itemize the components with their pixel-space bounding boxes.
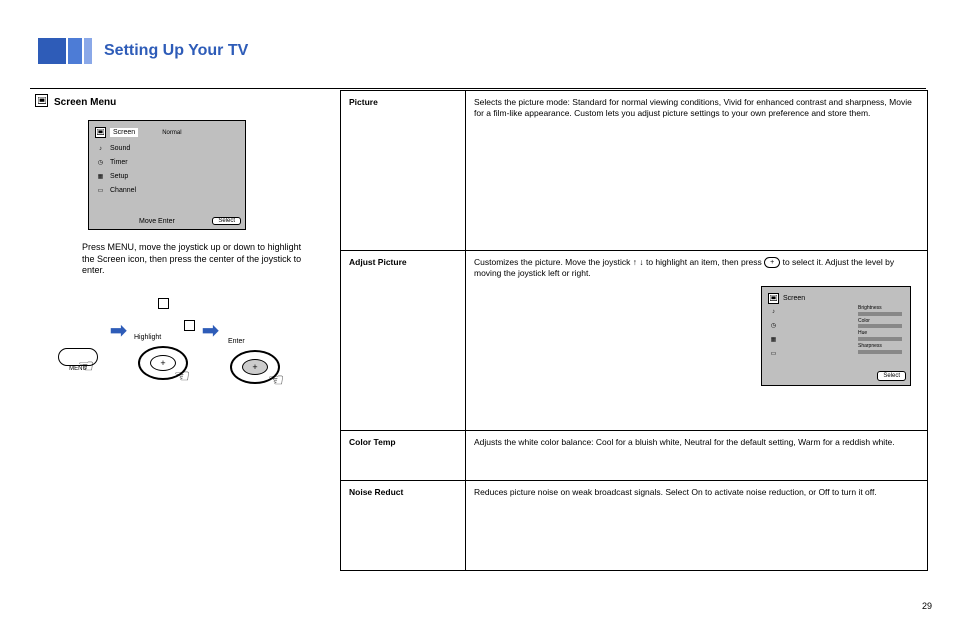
page-number: 29: [922, 601, 932, 611]
option-name-cell: Noise Reduct: [341, 481, 466, 571]
screen-menu-heading: Screen Menu: [54, 97, 116, 108]
dpad-label: Enter: [228, 338, 245, 345]
level-bar: [858, 312, 902, 316]
lcd-menu-row: ▦ Setup: [95, 171, 128, 182]
option-desc-cell: Adjusts the white color balance: Cool fo…: [466, 431, 928, 481]
bar-segment: [84, 38, 92, 64]
lcd-menu-row: ◷ Timer: [95, 157, 128, 168]
option-desc-cell: Selects the picture mode: Standard for n…: [466, 91, 928, 251]
timer-icon: ◷: [95, 157, 106, 168]
desc-text: Customizes the picture. Move the joystic…: [474, 257, 633, 267]
option-name-cell: Adjust Picture: [341, 251, 466, 431]
arrow-right-icon: ➡: [110, 318, 127, 343]
section-title: Setting Up Your TV: [104, 42, 248, 60]
table-row: Noise Reduct Reduces picture noise on we…: [341, 481, 928, 571]
lcd-menu-row: ◷: [768, 321, 779, 332]
table-row: Adjust Picture Customizes the picture. M…: [341, 251, 928, 431]
bar-label: Color: [858, 318, 902, 325]
level-bar: [858, 350, 902, 354]
lcd-preview-screen: Screen Normal ♪ Sound ◷ Timer ▦ Setup ▭ …: [88, 120, 246, 230]
dpad-label: Highlight: [134, 334, 161, 341]
screen-icon: [768, 293, 779, 304]
adjustment-bars: Brightness Color Hue Sharpness: [858, 305, 902, 356]
hand-pointer-icon: ☜: [174, 366, 190, 387]
channel-icon: ▭: [768, 349, 779, 360]
enter-button-inline: +: [764, 257, 780, 268]
lcd-menu-row: ♪ Sound: [95, 143, 130, 154]
lcd-menu-row: ▭ Channel: [95, 185, 136, 196]
lcd-select-button: Select: [877, 371, 906, 381]
joystick-center-pressed: +: [242, 359, 268, 375]
bar-segment: [38, 38, 66, 64]
lcd-menu-row: ♪: [768, 307, 779, 318]
lcd-row-label: Screen: [783, 294, 805, 303]
controls-illustration: MENU ☜ ➡ ➡ Highlight + ☜ Enter + ☜: [58, 298, 298, 418]
option-name-cell: Color Temp: [341, 431, 466, 481]
arrow-down-icon: ↓: [639, 257, 643, 267]
lcd-menu-row: ▦: [768, 335, 779, 346]
joystick-center: +: [150, 355, 176, 371]
screen-icon: [95, 127, 106, 138]
header-color-bars: [38, 38, 92, 64]
setup-icon: ▦: [768, 335, 779, 346]
lcd-row-label: Timer: [110, 159, 128, 166]
menu-button-illustration: MENU ☜: [58, 348, 98, 372]
level-bar: [858, 337, 902, 341]
lcd-row-label: Sound: [110, 145, 130, 152]
arrow-up-icon: ↑: [633, 257, 637, 267]
desc-text: to highlight an item, then press: [646, 257, 764, 267]
channel-icon: ▭: [95, 185, 106, 196]
level-bar: [858, 324, 902, 328]
timer-icon: ◷: [768, 321, 779, 332]
option-desc-cell: Customizes the picture. Move the joystic…: [466, 251, 928, 431]
bar-segment: [68, 38, 82, 64]
lcd-menu-row: Screen Normal: [95, 127, 182, 138]
option-desc-cell: Reduces picture noise on weak broadcast …: [466, 481, 928, 571]
lcd-menu-row: Screen: [768, 293, 805, 304]
horizontal-rule: [30, 88, 926, 89]
lcd-bottom-nav: Move Enter: [139, 218, 175, 225]
lcd-row-label: Setup: [110, 173, 128, 180]
bar-label: Sharpness: [858, 343, 902, 350]
screen-menu-icon: [35, 94, 48, 107]
hand-pointer-icon: ☜: [268, 370, 284, 391]
table-row: Picture Selects the picture mode: Standa…: [341, 91, 928, 251]
sound-icon: ♪: [95, 143, 106, 154]
lcd-row-sub: Normal: [162, 130, 181, 136]
lcd-menu-row: ▭: [768, 349, 779, 360]
mini-screen-icon: [184, 320, 195, 331]
instruction-text: Press MENU, move the joystick up or down…: [82, 242, 302, 277]
setup-icon: ▦: [95, 171, 106, 182]
arrow-right-icon: ➡: [202, 318, 219, 343]
mini-screen-icon: [158, 298, 169, 309]
hand-pointer-icon: ☜: [78, 356, 94, 377]
option-name-cell: Picture: [341, 91, 466, 251]
table-row: Color Temp Adjusts the white color balan…: [341, 431, 928, 481]
bar-label: Hue: [858, 330, 902, 337]
sound-icon: ♪: [768, 307, 779, 318]
lcd-preview-screen-small: Screen ♪ ◷ ▦ ▭ Brightness: [761, 286, 911, 386]
lcd-row-label: Screen: [110, 128, 138, 137]
lcd-select-button: Select: [212, 217, 241, 225]
bar-label: Brightness: [858, 305, 902, 312]
options-table: Picture Selects the picture mode: Standa…: [340, 90, 928, 571]
lcd-row-label: Channel: [110, 187, 136, 194]
